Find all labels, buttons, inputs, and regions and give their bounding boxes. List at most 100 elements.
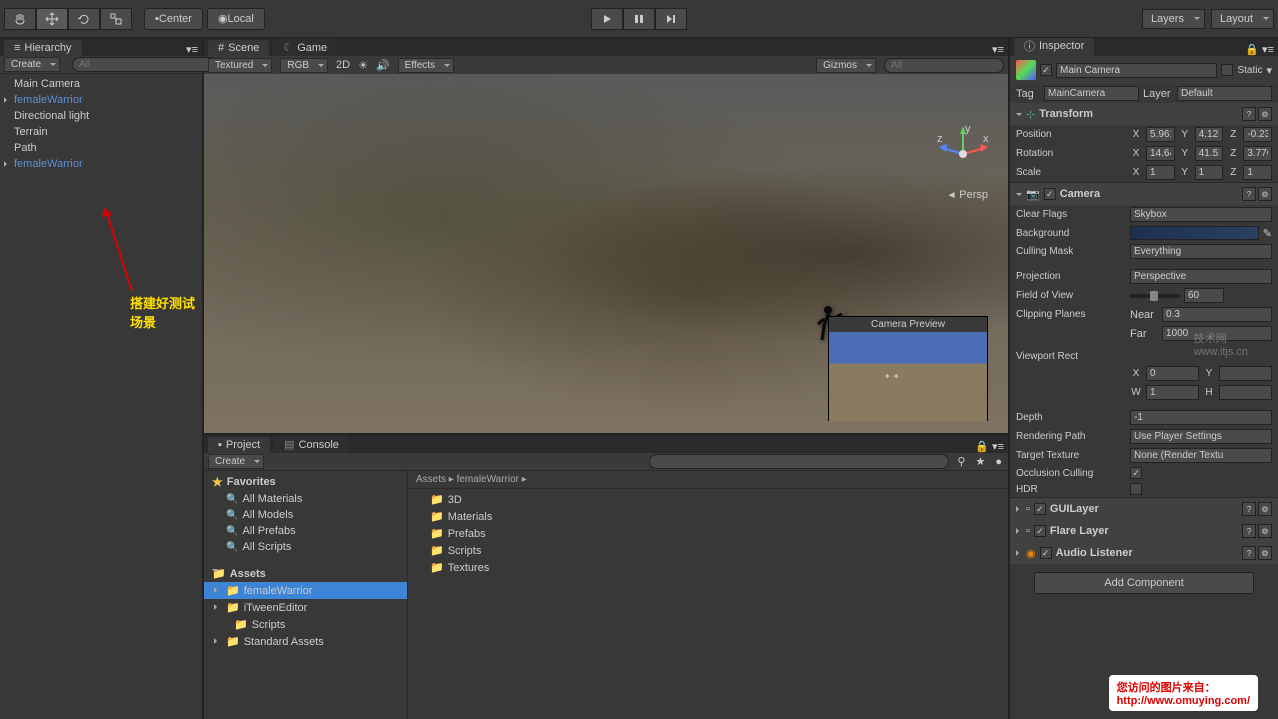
viewport-x[interactable] <box>1146 366 1199 381</box>
static-toggle[interactable] <box>1221 64 1233 76</box>
transform-header[interactable]: ⊹Transform?⚙ <box>1010 103 1278 125</box>
project-search[interactable] <box>649 454 949 469</box>
folder-materials[interactable]: 📁Materials <box>408 508 1008 525</box>
layer-dropdown[interactable]: Default <box>1177 86 1272 101</box>
gizmos-dropdown[interactable]: Gizmos <box>816 58 876 73</box>
help-icon[interactable]: ? <box>1242 107 1256 121</box>
scene-view[interactable]: y x z ◄ Persp Camera Preview ✦ ✦ <box>204 74 1008 433</box>
fav-all-models[interactable]: 🔍All Models <box>204 507 407 523</box>
console-tab[interactable]: ▤ Console <box>274 436 349 453</box>
scale-z[interactable] <box>1243 165 1272 180</box>
asset-scripts[interactable]: 📁Scripts <box>204 616 407 633</box>
static-dropdown-icon[interactable]: ▾ <box>1266 64 1272 77</box>
help-icon[interactable]: ? <box>1242 546 1256 560</box>
hierarchy-item-directional-light[interactable]: Directional light <box>0 108 202 124</box>
help-icon[interactable]: ? <box>1242 524 1256 538</box>
light-icon[interactable]: ☀ <box>358 59 368 72</box>
asset-itweeneditor[interactable]: 📁iTweenEditor <box>204 599 407 616</box>
gear-icon[interactable]: ⚙ <box>1258 187 1272 201</box>
gear-icon[interactable]: ⚙ <box>1258 546 1272 560</box>
hand-tool[interactable] <box>4 8 36 30</box>
rot-z[interactable] <box>1243 146 1272 161</box>
audio-icon[interactable]: 🔊 <box>376 59 390 72</box>
gear-icon[interactable]: ⚙ <box>1258 524 1272 538</box>
active-toggle[interactable]: ✓ <box>1040 64 1052 76</box>
clear-flags-dropdown[interactable]: Skybox <box>1130 207 1272 222</box>
audiolistener-header[interactable]: ◉✓Audio Listener?⚙ <box>1010 542 1278 564</box>
near-clip[interactable] <box>1162 307 1272 322</box>
pos-y[interactable] <box>1195 127 1224 142</box>
background-color[interactable] <box>1130 226 1259 240</box>
favorites-header[interactable]: ★Favorites <box>204 473 407 491</box>
scale-tool[interactable] <box>100 8 132 30</box>
step-button[interactable] <box>655 8 687 30</box>
inspector-tab[interactable]: ⓘ Inspector <box>1014 38 1094 56</box>
hierarchy-search[interactable] <box>72 57 218 72</box>
hierarchy-item-main-camera[interactable]: Main Camera <box>0 76 202 92</box>
pivot-toggle[interactable]: ▪ Center <box>144 8 203 30</box>
fov-slider[interactable] <box>1130 294 1180 298</box>
space-toggle[interactable]: ◉ Local <box>207 8 265 30</box>
rot-y[interactable] <box>1195 146 1224 161</box>
pause-button[interactable] <box>623 8 655 30</box>
fav-all-prefabs[interactable]: 🔍All Prefabs <box>204 523 407 539</box>
render-path-dropdown[interactable]: Use Player Settings <box>1130 429 1272 444</box>
hierarchy-menu-icon[interactable]: ▾≡ <box>182 43 202 56</box>
culling-dropdown[interactable]: Everything <box>1130 244 1272 259</box>
orientation-gizmo[interactable]: y x z <box>933 124 993 184</box>
camera-enable-toggle[interactable]: ✓ <box>1044 188 1056 200</box>
viewport-h[interactable] <box>1219 385 1272 400</box>
rgb-dropdown[interactable]: RGB <box>280 58 328 73</box>
depth-value[interactable] <box>1130 410 1272 425</box>
pos-z[interactable] <box>1243 127 1272 142</box>
hierarchy-create[interactable]: Create <box>4 57 60 72</box>
layout-dropdown[interactable]: Layout <box>1211 9 1274 29</box>
hierarchy-tab[interactable]: ≡ Hierarchy <box>4 40 82 56</box>
assets-header[interactable]: 📁Assets <box>204 565 407 582</box>
gameobject-name-field[interactable] <box>1056 63 1217 78</box>
rotate-tool[interactable] <box>68 8 100 30</box>
add-component-button[interactable]: Add Component <box>1034 572 1254 594</box>
folder-scripts[interactable]: 📁Scripts <box>408 542 1008 559</box>
flarelayer-header[interactable]: ▫✓Flare Layer?⚙ <box>1010 520 1278 542</box>
eyedropper-icon[interactable]: ✎ <box>1263 227 1272 240</box>
hierarchy-item-terrain[interactable]: Terrain <box>0 124 202 140</box>
rot-x[interactable] <box>1146 146 1175 161</box>
help-icon[interactable]: ? <box>1242 187 1256 201</box>
scale-x[interactable] <box>1146 165 1175 180</box>
help-icon[interactable]: ? <box>1242 502 1256 516</box>
scale-y[interactable] <box>1195 165 1224 180</box>
move-tool[interactable] <box>36 8 68 30</box>
occlusion-toggle[interactable]: ✓ <box>1130 467 1142 479</box>
project-create[interactable]: Create <box>208 454 264 469</box>
game-tab[interactable]: ☾ Game <box>273 39 337 56</box>
viewport-y[interactable] <box>1219 366 1272 381</box>
fav-all-scripts[interactable]: 🔍All Scripts <box>204 539 407 555</box>
layers-dropdown[interactable]: Layers <box>1142 9 1205 29</box>
tag-dropdown[interactable]: MainCamera <box>1044 86 1139 101</box>
inspector-menu-icon[interactable]: 🔒 ▾≡ <box>1241 43 1278 56</box>
hierarchy-item-femalewarrior-1[interactable]: femaleWarrior <box>0 92 202 108</box>
favorite-filter-icon[interactable]: ★ <box>975 455 985 468</box>
filter-icon[interactable]: ⚲ <box>957 455 965 468</box>
type-filter-icon[interactable]: ● <box>995 456 1002 468</box>
project-tab[interactable]: ▪ Project <box>208 437 270 453</box>
camera-header[interactable]: 📷✓Camera?⚙ <box>1010 183 1278 205</box>
hdr-toggle[interactable] <box>1130 483 1142 495</box>
viewport-w[interactable] <box>1146 385 1199 400</box>
projection-dropdown[interactable]: Perspective <box>1130 269 1272 284</box>
asset-standard-assets[interactable]: 📁Standard Assets <box>204 633 407 650</box>
fov-value[interactable] <box>1184 288 1224 303</box>
scene-menu-icon[interactable]: ▾≡ <box>988 43 1008 56</box>
breadcrumb[interactable]: Assets ▸ femaleWarrior ▸ <box>408 471 1008 489</box>
gear-icon[interactable]: ⚙ <box>1258 502 1272 516</box>
render-mode-dropdown[interactable]: Textured <box>208 58 272 73</box>
folder-3d[interactable]: 📁3D <box>408 491 1008 508</box>
asset-femalewarrior[interactable]: 📁femaleWarrior <box>204 582 407 599</box>
fav-all-materials[interactable]: 🔍All Materials <box>204 491 407 507</box>
folder-prefabs[interactable]: 📁Prefabs <box>408 525 1008 542</box>
play-button[interactable] <box>591 8 623 30</box>
hierarchy-item-path[interactable]: Path <box>0 140 202 156</box>
guilayer-header[interactable]: ▫✓GUILayer?⚙ <box>1010 498 1278 520</box>
scene-tab[interactable]: # Scene <box>208 40 269 56</box>
